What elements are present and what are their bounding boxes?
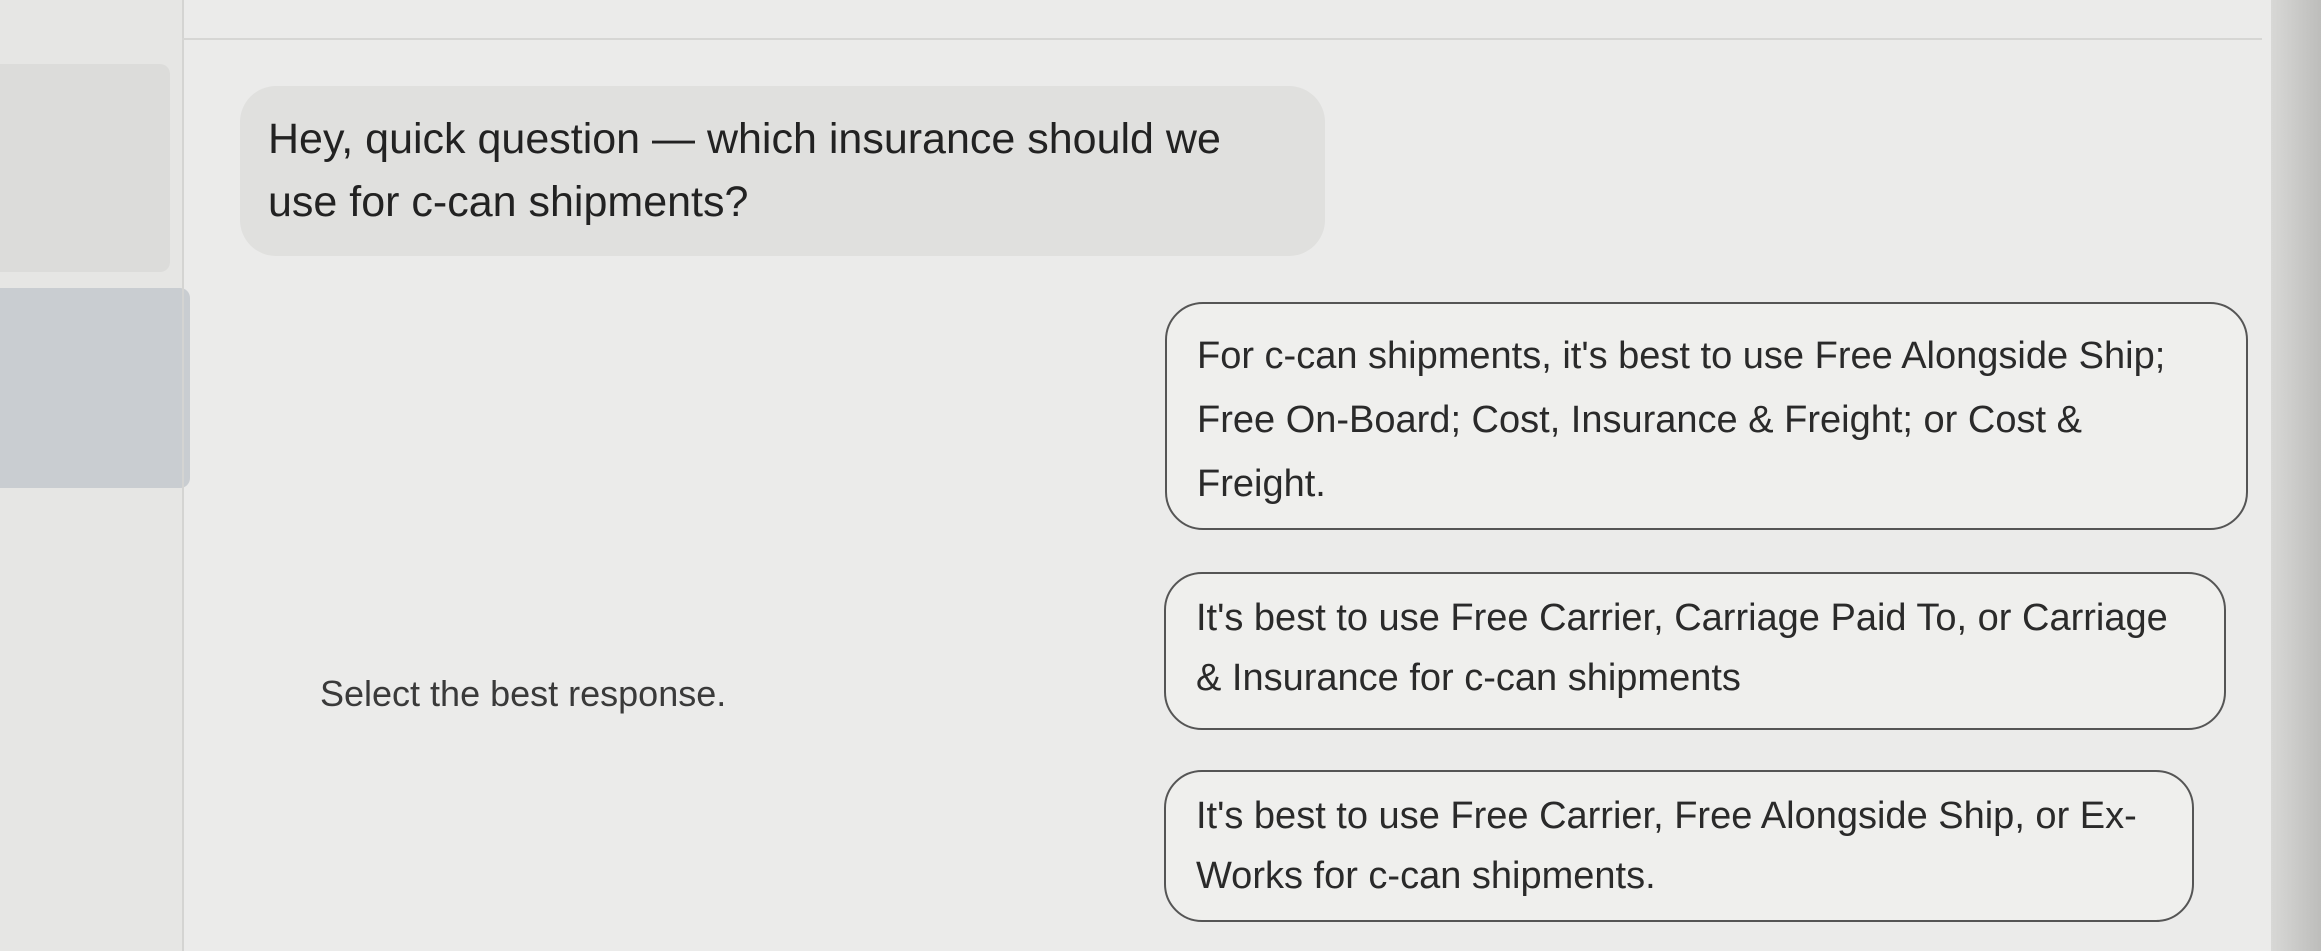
- sidebar-divider: [182, 0, 184, 951]
- response-option-3[interactable]: It's best to use Free Carrier, Free Alon…: [1164, 770, 2194, 922]
- response-option-label: It's best to use Free Carrier, Free Alon…: [1196, 795, 2137, 897]
- chat-message-text: Hey, quick question — which insurance sh…: [268, 115, 1221, 226]
- screen-edge: [2271, 0, 2321, 951]
- top-divider: [182, 38, 2262, 40]
- instruction-text: Select the best response.: [320, 673, 727, 714]
- chat-message-bubble: Hey, quick question — which insurance sh…: [240, 86, 1325, 256]
- response-option-label: It's best to use Free Carrier, Carriage …: [1196, 597, 2168, 699]
- response-option-label: For c-can shipments, it's best to use Fr…: [1197, 335, 2166, 505]
- response-option-2[interactable]: It's best to use Free Carrier, Carriage …: [1164, 572, 2226, 730]
- response-option-1[interactable]: For c-can shipments, it's best to use Fr…: [1165, 302, 2248, 530]
- sidebar-tab[interactable]: [0, 64, 170, 272]
- sidebar-tab-active[interactable]: [0, 288, 190, 488]
